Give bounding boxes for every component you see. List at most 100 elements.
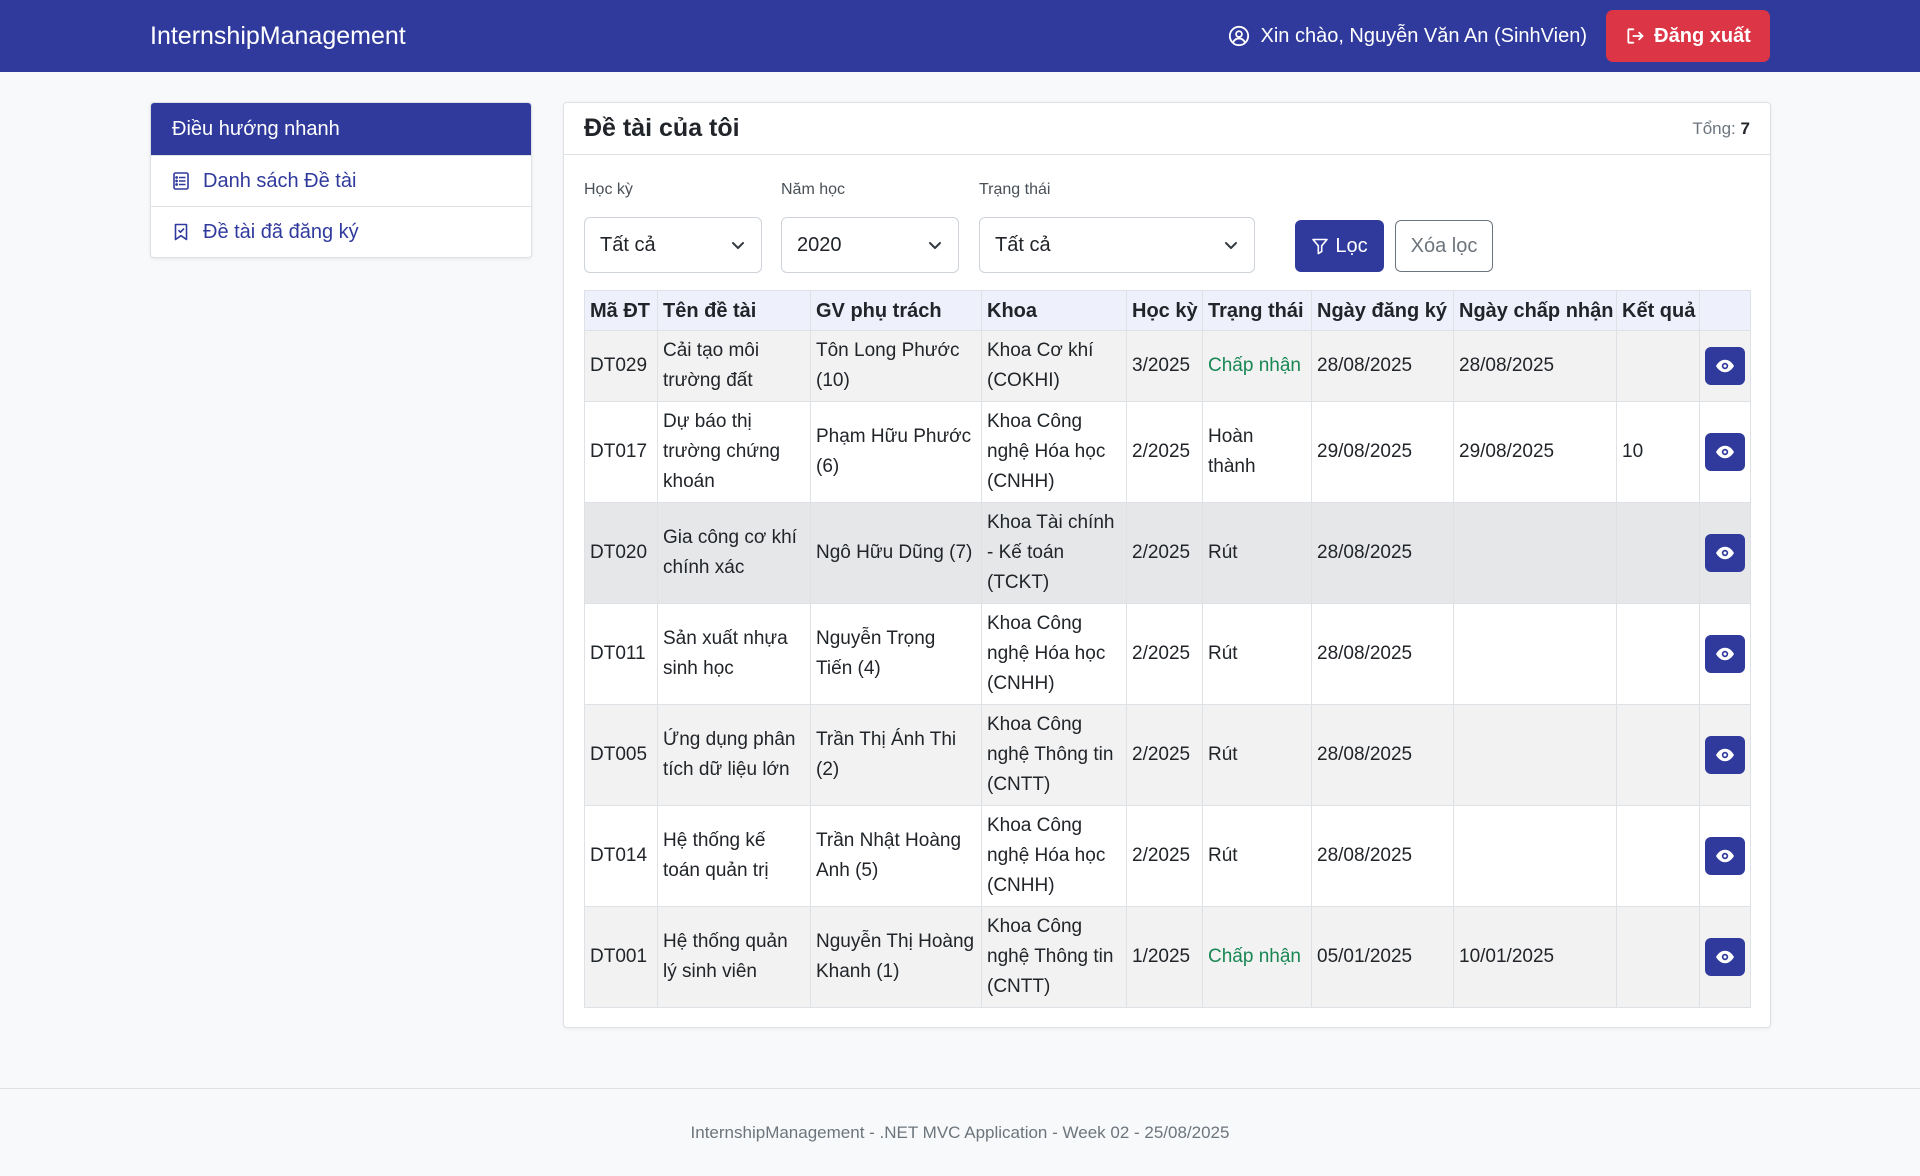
cell-faculty: Khoa Cơ khí (COKHI) [981, 330, 1127, 402]
cell-result: 10 [1616, 401, 1700, 503]
cell-result [1616, 330, 1700, 402]
quick-nav-sidebar: Điều hướng nhanh Danh sách Đề tài Đề tài… [150, 102, 532, 258]
eye-icon [1716, 748, 1734, 762]
col-header-semester: Học kỳ [1126, 290, 1203, 331]
cell-code: DT014 [584, 805, 658, 907]
logout-button[interactable]: Đăng xuất [1606, 10, 1770, 62]
cell-semester: 2/2025 [1126, 805, 1203, 907]
view-detail-button[interactable] [1705, 433, 1745, 471]
cell-semester: 3/2025 [1126, 330, 1203, 402]
view-detail-button[interactable] [1705, 837, 1745, 875]
cell-status: Chấp nhận [1202, 330, 1312, 402]
cell-semester: 1/2025 [1126, 906, 1203, 1008]
semester-value: Tất cả [600, 233, 656, 256]
cell-actions [1699, 401, 1751, 503]
cell-lecturer: Trần Nhật Hoàng Anh (5) [810, 805, 982, 907]
cell-actions [1699, 502, 1751, 604]
cell-accept-date: 10/01/2025 [1453, 906, 1617, 1008]
table-row: DT020 Gia công cơ khí chính xác Ngô Hữu … [584, 502, 1751, 604]
col-header-name: Tên đề tài [657, 290, 811, 331]
view-detail-button[interactable] [1705, 736, 1745, 774]
filter-button-label: Lọc [1335, 234, 1368, 257]
view-detail-button[interactable] [1705, 635, 1745, 673]
top-navbar: InternshipManagement Xin chào, Nguyễn Vă… [0, 0, 1920, 72]
status-select[interactable]: Tất cả [979, 217, 1255, 273]
cell-register-date: 28/08/2025 [1311, 502, 1454, 604]
view-detail-button[interactable] [1705, 347, 1745, 385]
cell-faculty: Khoa Công nghệ Thông tin (CNTT) [981, 704, 1127, 806]
cell-register-date: 05/01/2025 [1311, 906, 1454, 1008]
brand-link[interactable]: InternshipManagement [150, 0, 406, 72]
col-header-register-date: Ngày đăng ký [1311, 290, 1454, 331]
cell-semester: 2/2025 [1126, 704, 1203, 806]
cell-code: DT017 [584, 401, 658, 503]
sidebar-item-label: Danh sách Đề tài [203, 169, 357, 192]
cell-status: Hoàn thành [1202, 401, 1312, 503]
total-value: 7 [1740, 118, 1750, 138]
year-filter: Năm học 2020 [781, 181, 959, 273]
table-row: DT029 Cải tạo môi trường đất Tôn Long Ph… [584, 330, 1751, 402]
cell-status: Rút [1202, 704, 1312, 806]
table-row: DT017 Dự báo thị trường chứng khoán Phạm… [584, 401, 1751, 503]
topics-table: Mã ĐT Tên đề tài GV phụ trách Khoa Học k… [584, 290, 1751, 1008]
cell-accept-date [1453, 502, 1617, 604]
list-icon [173, 172, 189, 190]
eye-icon [1716, 359, 1734, 373]
cell-status: Rút [1202, 805, 1312, 907]
sidebar-item-registered-topics[interactable]: Đề tài đã đăng ký [151, 206, 531, 257]
clear-filter-button[interactable]: Xóa lọc [1395, 220, 1493, 272]
semester-label: Học kỳ [584, 181, 633, 198]
cell-name: Hệ thống quản lý sinh viên [657, 906, 811, 1008]
semester-select[interactable]: Tất cả [584, 217, 762, 273]
cell-semester: 2/2025 [1126, 603, 1203, 705]
cell-code: DT011 [584, 603, 658, 705]
filter-button[interactable]: Lọc [1295, 220, 1384, 272]
footer-text: InternshipManagement - .NET MVC Applicat… [690, 1122, 1230, 1142]
table-row: DT011 Sản xuất nhựa sinh học Nguyễn Trọn… [584, 603, 1751, 705]
total-count: Tổng: 7 [1692, 119, 1750, 139]
col-header-status: Trạng thái [1202, 290, 1312, 331]
cell-result [1616, 704, 1700, 806]
bookmark-icon [174, 223, 188, 241]
cell-actions [1699, 603, 1751, 705]
total-label: Tổng: [1692, 118, 1736, 138]
cell-code: DT005 [584, 704, 658, 806]
eye-icon [1716, 647, 1734, 661]
cell-status: Chấp nhận [1202, 906, 1312, 1008]
sidebar-item-topic-list[interactable]: Danh sách Đề tài [151, 155, 531, 206]
cell-result [1616, 502, 1700, 604]
eye-icon [1716, 849, 1734, 863]
cell-register-date: 28/08/2025 [1311, 704, 1454, 806]
cell-register-date: 29/08/2025 [1311, 401, 1454, 503]
year-select[interactable]: 2020 [781, 217, 959, 273]
status-value: Tất cả [995, 233, 1051, 256]
table-row: DT001 Hệ thống quản lý sinh viên Nguyễn … [584, 906, 1751, 1008]
cell-lecturer: Tôn Long Phước (10) [810, 330, 982, 402]
col-header-lecturer: GV phụ trách [810, 290, 982, 331]
cell-actions [1699, 906, 1751, 1008]
cell-accept-date [1453, 805, 1617, 907]
card-header: Đề tài của tôi Tổng: 7 [564, 103, 1770, 155]
cell-lecturer: Nguyễn Trọng Tiến (4) [810, 603, 982, 705]
cell-result [1616, 603, 1700, 705]
cell-faculty: Khoa Công nghệ Hóa học (CNHH) [981, 805, 1127, 907]
cell-actions [1699, 704, 1751, 806]
cell-result [1616, 805, 1700, 907]
view-detail-button[interactable] [1705, 534, 1745, 572]
eye-icon [1716, 445, 1734, 459]
view-detail-button[interactable] [1705, 938, 1745, 976]
cell-faculty: Khoa Tài chính - Kế toán (TCKT) [981, 502, 1127, 604]
my-topics-card: Đề tài của tôi Tổng: 7 Học kỳ Tất cả Năm… [563, 102, 1771, 1028]
cell-name: Ứng dụng phân tích dữ liệu lớn [657, 704, 811, 806]
cell-name: Cải tạo môi trường đất [657, 330, 811, 402]
cell-accept-date [1453, 603, 1617, 705]
cell-name: Gia công cơ khí chính xác [657, 502, 811, 604]
user-circle-icon [1229, 25, 1250, 47]
cell-name: Dự báo thị trường chứng khoán [657, 401, 811, 503]
chevron-down-icon [929, 242, 941, 249]
cell-code: DT001 [584, 906, 658, 1008]
cell-status: Rút [1202, 502, 1312, 604]
topics-table-wrap: Mã ĐT Tên đề tài GV phụ trách Khoa Học k… [584, 290, 1751, 1008]
cell-status: Rút [1202, 603, 1312, 705]
sidebar-header: Điều hướng nhanh [151, 103, 531, 155]
